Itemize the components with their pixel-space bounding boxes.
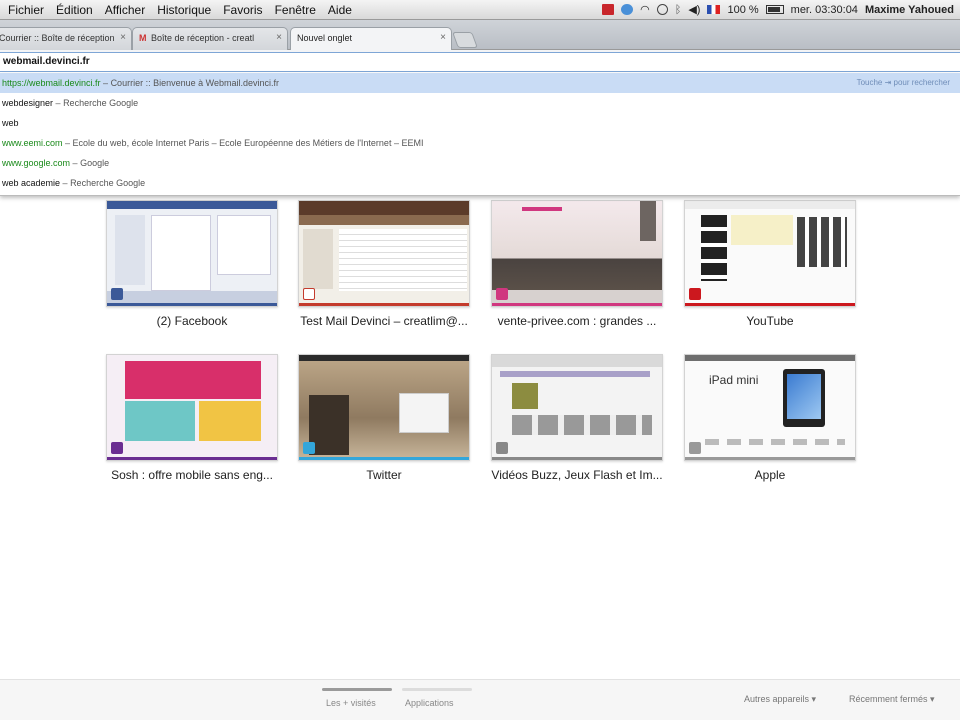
address-input-value[interactable]: webmail.devinci.fr [3, 56, 90, 67]
tab-title: Courrier :: Boîte de réception [0, 33, 115, 43]
thumbnail[interactable] [491, 354, 663, 461]
tile-title: Sosh : offre mobile sans eng... [111, 468, 273, 482]
site-icon [496, 442, 508, 454]
tile-title: (2) Facebook [156, 314, 228, 328]
user-name[interactable]: Maxime Yahoued [865, 4, 954, 16]
menu-historique[interactable]: Historique [151, 3, 217, 17]
volume-icon[interactable]: ◀) [688, 3, 700, 16]
new-tab-footer: Les + visités Applications Autres appare… [0, 679, 960, 720]
menu-aide[interactable]: Aide [322, 3, 358, 17]
close-icon[interactable]: × [440, 32, 446, 43]
recently-closed-menu[interactable]: Récemment fermés ▾ [849, 694, 935, 705]
thumbnail[interactable]: iPad mini [684, 354, 856, 461]
menu-afficher[interactable]: Afficher [99, 3, 151, 17]
tab-courrier[interactable]: Courrier :: Boîte de réception × [0, 27, 132, 50]
menu-bar: Fichier Édition Afficher Historique Favo… [0, 0, 960, 20]
time-machine-icon[interactable] [656, 4, 668, 15]
input-flag-icon[interactable] [707, 5, 721, 14]
tile-title: Test Mail Devinci – creatlim@... [300, 314, 468, 328]
tile-title: Twitter [366, 468, 402, 482]
tile-title: YouTube [746, 314, 794, 328]
sync-icon[interactable] [621, 4, 634, 15]
page-indicator[interactable] [402, 688, 472, 691]
tile-title: vente-privee.com : grandes ... [497, 314, 657, 328]
menu-fichier[interactable]: Fichier [0, 3, 50, 17]
thumbnail[interactable] [684, 200, 856, 307]
suggestion-item[interactable]: www.eemi.com – Ecole du web, école Inter… [0, 133, 960, 153]
apple-icon [689, 442, 701, 454]
tab-new-tab[interactable]: Nouvel onglet × [290, 27, 452, 51]
tab-title: Nouvel onglet [297, 33, 353, 43]
gmail-icon [303, 288, 315, 300]
new-tab-button[interactable] [452, 32, 478, 48]
thumbnail[interactable] [106, 354, 278, 461]
clock[interactable]: mer. 03:30:04 [791, 4, 858, 16]
omnibox-suggestions: https://webmail.devinci.fr – Courrier ::… [0, 73, 960, 196]
suggestion-item[interactable]: https://webmail.devinci.fr – Courrier ::… [0, 73, 960, 93]
menu-edition[interactable]: Édition [50, 3, 99, 17]
tab-search-hint: Touche ⇥ pour rechercher [856, 78, 950, 87]
battery-percent: 100 % [727, 3, 759, 16]
most-visited-tab[interactable]: Les + visités [326, 698, 376, 708]
battery-icon[interactable] [765, 5, 784, 14]
tile-title: Apple [754, 468, 786, 482]
thumbnail[interactable] [298, 354, 470, 461]
close-icon[interactable]: × [276, 32, 282, 43]
facebook-icon [111, 288, 123, 300]
tile-title: Vidéos Buzz, Jeux Flash et Im... [491, 468, 663, 482]
tab-gmail[interactable]: M Boîte de réception - creatl × [132, 27, 288, 50]
thumbnail[interactable] [491, 200, 663, 307]
other-devices-menu[interactable]: Autres appareils ▾ [744, 694, 816, 705]
thumbnail[interactable] [106, 200, 278, 307]
ipad-mini-heading: iPad mini [709, 373, 759, 387]
tab-title: Boîte de réception - creatl [151, 33, 255, 43]
suggestion-item[interactable]: web [0, 113, 960, 133]
menu-favoris[interactable]: Favoris [217, 3, 268, 17]
page-indicator-active[interactable] [322, 688, 392, 691]
suggestion-item[interactable]: webdesigner – Recherche Google [0, 93, 960, 113]
close-icon[interactable]: × [120, 32, 126, 43]
thumbnail[interactable] [298, 200, 470, 307]
apps-tab[interactable]: Applications [405, 698, 454, 708]
wifi-icon[interactable]: ◠ [640, 3, 650, 16]
youtube-icon [689, 288, 701, 300]
address-bar[interactable]: webmail.devinci.fr [0, 52, 960, 72]
twitter-icon [303, 442, 315, 454]
tab-strip: Courrier :: Boîte de réception × M Boîte… [0, 20, 960, 51]
menu-fenetre[interactable]: Fenêtre [269, 3, 322, 17]
sosh-icon [111, 442, 123, 454]
vente-privee-icon [496, 288, 508, 300]
gmail-icon: M [139, 33, 147, 43]
bluetooth-icon[interactable]: ᛒ [675, 4, 682, 16]
suggestion-item[interactable]: www.google.com – Google [0, 153, 960, 173]
status-app-icon[interactable] [602, 4, 615, 15]
suggestion-item[interactable]: web academie – Recherche Google [0, 173, 960, 193]
